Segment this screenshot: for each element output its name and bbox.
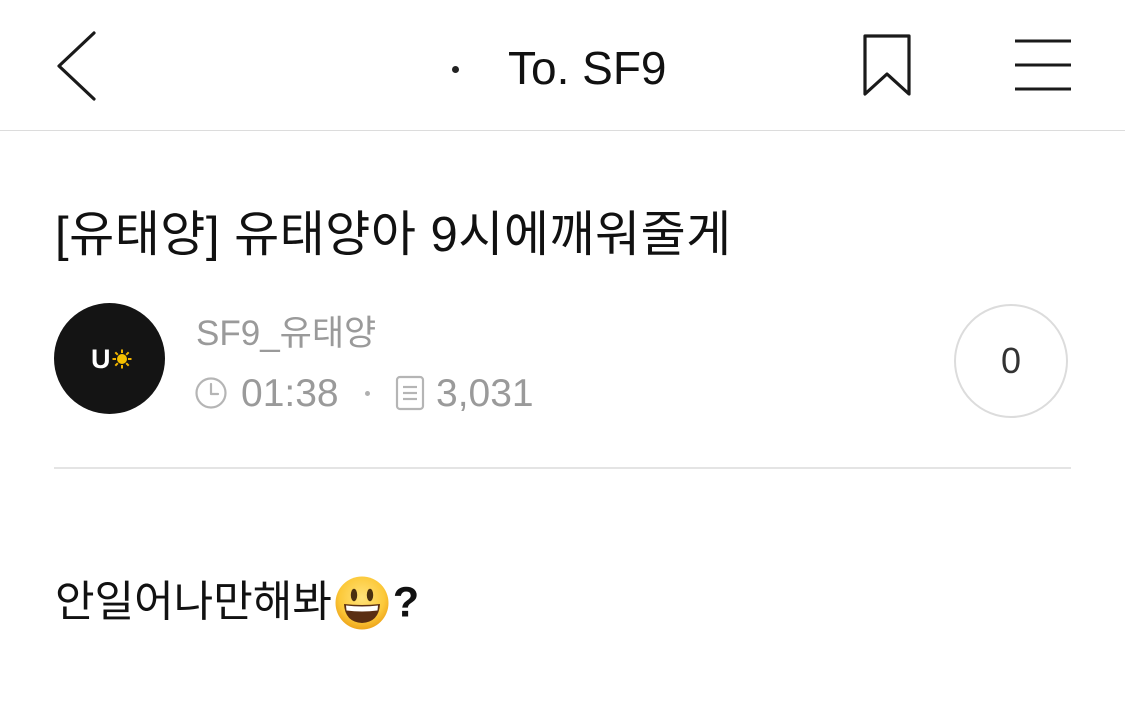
app-bar: To. SF9 [0, 0, 1125, 131]
author-avatar[interactable]: U [54, 303, 165, 414]
hamburger-menu-icon [1015, 39, 1071, 91]
menu-button[interactable] [1008, 36, 1078, 96]
author-name[interactable]: SF9_유태양 [196, 312, 376, 356]
document-icon [395, 375, 425, 411]
app-bar-title-area: To. SF9 [0, 38, 1125, 98]
post-title: [유태양] 유태양아 9시에깨워줄게 [55, 208, 732, 262]
grinning-face-emoji-icon [335, 576, 389, 630]
avatar-letter: U [91, 344, 111, 374]
post-meta: 01:38 3,031 [194, 370, 694, 418]
like-count-button[interactable]: 0 [954, 304, 1068, 418]
divider [54, 467, 1071, 469]
bookmark-icon [863, 34, 911, 96]
sun-icon [112, 349, 132, 369]
title-dot [452, 66, 459, 73]
post-body-text: 안일어나만해봐 [55, 578, 332, 627]
view-count: 3,031 [436, 372, 534, 415]
meta-separator-dot [365, 391, 370, 396]
clock-icon [195, 377, 227, 409]
post-time: 01:38 [241, 372, 339, 415]
post-body: 안일어나만해봐 ? [55, 570, 419, 630]
post-body-suffix: ? [392, 578, 420, 627]
board-title[interactable]: To. SF9 [508, 38, 667, 98]
bookmark-button[interactable] [858, 32, 916, 102]
